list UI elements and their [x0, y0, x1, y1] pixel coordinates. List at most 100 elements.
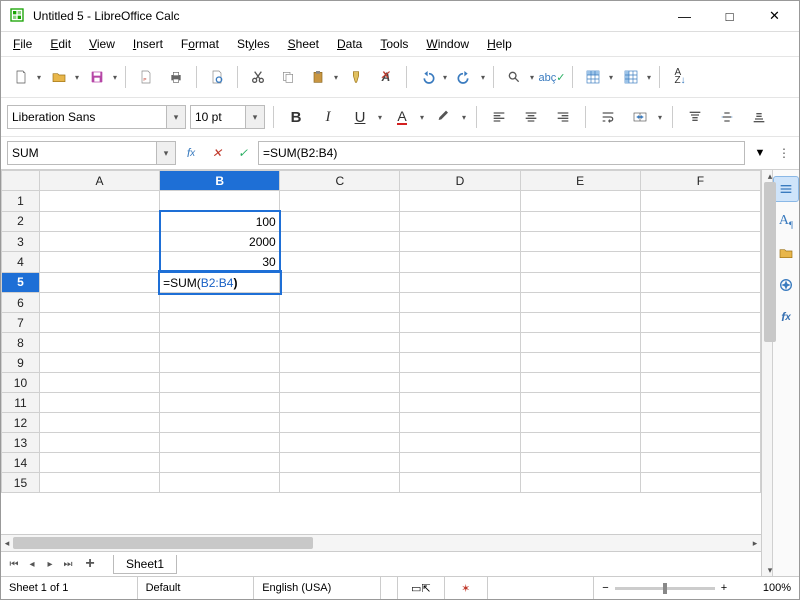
menu-format[interactable]: Format — [173, 34, 227, 54]
sort-button[interactable]: AZ↓ — [666, 63, 694, 91]
save-button[interactable] — [83, 63, 111, 91]
cell-B4[interactable]: 30 — [160, 252, 280, 273]
sidebar-gallery-button[interactable] — [773, 240, 799, 266]
cell-E11[interactable] — [520, 393, 640, 413]
cell-A7[interactable] — [39, 313, 159, 333]
cut-button[interactable] — [244, 63, 272, 91]
cell-F5[interactable] — [640, 272, 760, 293]
italic-button[interactable]: I — [314, 103, 342, 131]
cell-F4[interactable] — [640, 252, 760, 273]
row-header-5[interactable]: 5 — [2, 272, 40, 293]
underline-dropdown[interactable]: ▾ — [376, 104, 384, 130]
formula-expand-button[interactable]: ▼ — [749, 142, 771, 164]
formula-input[interactable]: =SUM(B2:B4) — [258, 141, 745, 165]
sidebar-styles-button[interactable]: A¶ — [773, 208, 799, 234]
horizontal-scrollbar[interactable]: ◂ ▸ — [1, 534, 761, 551]
tab-last-button[interactable]: ⏭ — [59, 555, 77, 573]
font-name-combo[interactable]: ▾ — [7, 105, 186, 129]
cell-B13[interactable] — [160, 433, 280, 453]
row-button[interactable] — [579, 63, 607, 91]
redo-button[interactable] — [451, 63, 479, 91]
row-header-11[interactable]: 11 — [2, 393, 40, 413]
cell-F10[interactable] — [640, 373, 760, 393]
cell-E10[interactable] — [520, 373, 640, 393]
cell-C12[interactable] — [280, 413, 400, 433]
column-header-B[interactable]: B — [160, 171, 280, 191]
row-header-15[interactable]: 15 — [2, 473, 40, 493]
row-header-6[interactable]: 6 — [2, 293, 40, 313]
cell-B10[interactable] — [160, 373, 280, 393]
print-button[interactable] — [162, 63, 190, 91]
cell-B11[interactable] — [160, 393, 280, 413]
align-vmiddle-button[interactable] — [713, 103, 741, 131]
menu-file[interactable]: File — [5, 34, 40, 54]
row-header-3[interactable]: 3 — [2, 232, 40, 252]
status-style[interactable]: Default — [138, 577, 255, 599]
column-button[interactable] — [617, 63, 645, 91]
cell-A5[interactable] — [39, 272, 159, 293]
cell-C6[interactable] — [280, 293, 400, 313]
merge-dropdown[interactable]: ▾ — [656, 104, 664, 130]
cell-reference-input[interactable] — [8, 143, 156, 163]
cell-E1[interactable] — [520, 191, 640, 212]
sidebar-functions-button[interactable]: fx — [773, 304, 799, 330]
cell-A6[interactable] — [39, 293, 159, 313]
cell-F6[interactable] — [640, 293, 760, 313]
font-name-input[interactable] — [8, 107, 166, 127]
cell-A15[interactable] — [39, 473, 159, 493]
cell-C7[interactable] — [280, 313, 400, 333]
cell-A3[interactable] — [39, 232, 159, 252]
accept-button[interactable]: ✓ — [232, 142, 254, 164]
cell-D14[interactable] — [400, 453, 520, 473]
font-color-dropdown[interactable]: ▾ — [418, 104, 426, 130]
align-left-button[interactable] — [485, 103, 513, 131]
find-dropdown[interactable]: ▾ — [528, 64, 536, 90]
cell-C9[interactable] — [280, 353, 400, 373]
vscroll-thumb[interactable] — [764, 182, 776, 342]
row-header-14[interactable]: 14 — [2, 453, 40, 473]
cell-F7[interactable] — [640, 313, 760, 333]
cell-C3[interactable] — [280, 232, 400, 252]
column-header-E[interactable]: E — [520, 171, 640, 191]
menu-view[interactable]: View — [81, 34, 123, 54]
cell-F8[interactable] — [640, 333, 760, 353]
font-size-combo[interactable]: ▾ — [190, 105, 265, 129]
cell-E13[interactable] — [520, 433, 640, 453]
cell-F2[interactable] — [640, 211, 760, 232]
align-right-button[interactable] — [549, 103, 577, 131]
column-header-A[interactable]: A — [39, 171, 159, 191]
paste-button[interactable] — [304, 63, 332, 91]
cell-D4[interactable] — [400, 252, 520, 273]
cell-D5[interactable] — [400, 272, 520, 293]
font-size-dropdown[interactable]: ▾ — [245, 106, 264, 128]
cell-D11[interactable] — [400, 393, 520, 413]
cell-C10[interactable] — [280, 373, 400, 393]
cell-A12[interactable] — [39, 413, 159, 433]
cell-D1[interactable] — [400, 191, 520, 212]
cell-D6[interactable] — [400, 293, 520, 313]
wrap-text-button[interactable] — [594, 103, 622, 131]
save-dropdown[interactable]: ▾ — [111, 64, 119, 90]
cell-F12[interactable] — [640, 413, 760, 433]
cell-C15[interactable] — [280, 473, 400, 493]
bold-button[interactable]: B — [282, 103, 310, 131]
maximize-button[interactable]: □ — [707, 2, 752, 30]
scroll-up-icon[interactable]: ▴ — [762, 170, 778, 182]
add-sheet-button[interactable]: + — [81, 555, 99, 573]
cell-B2[interactable]: 100 — [160, 211, 280, 232]
cell-D13[interactable] — [400, 433, 520, 453]
cell-B8[interactable] — [160, 333, 280, 353]
cell-F14[interactable] — [640, 453, 760, 473]
name-box[interactable]: ▾ — [7, 141, 176, 165]
new-button[interactable] — [7, 63, 35, 91]
cell-A2[interactable] — [39, 211, 159, 232]
spellcheck-button[interactable]: abç✓ — [538, 63, 566, 91]
cell-C2[interactable] — [280, 211, 400, 232]
cell-C14[interactable] — [280, 453, 400, 473]
row-header-13[interactable]: 13 — [2, 433, 40, 453]
cell-A1[interactable] — [39, 191, 159, 212]
menu-window[interactable]: Window — [418, 34, 477, 54]
cell-F1[interactable] — [640, 191, 760, 212]
zoom-in-button[interactable]: + — [721, 582, 727, 594]
vertical-scrollbar[interactable]: ▴ ▾ — [761, 170, 772, 576]
